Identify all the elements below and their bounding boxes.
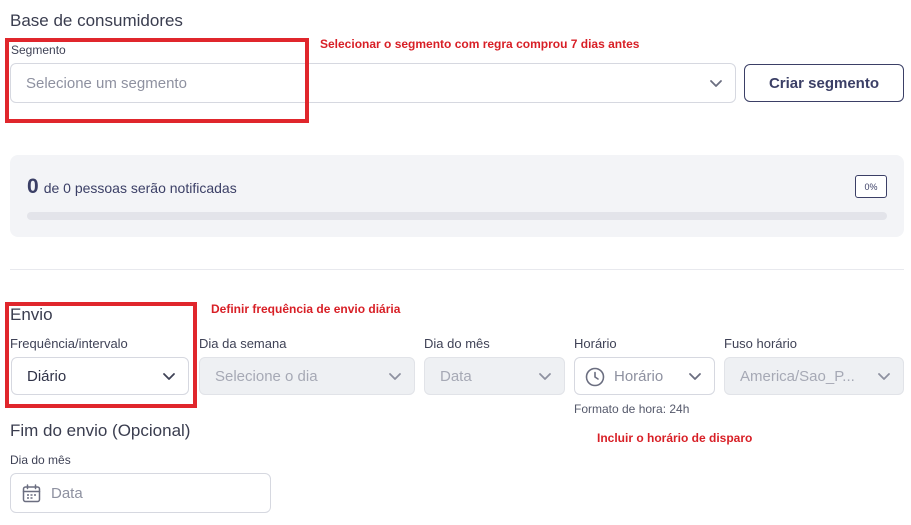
weekday-label: Dia da semana (199, 336, 287, 351)
month-day-select-placeholder: Data (440, 367, 472, 385)
section-divider (10, 269, 904, 270)
month-day-select[interactable]: Data (424, 357, 565, 395)
frequency-annotation: Definir frequência de envio diária (211, 302, 401, 316)
segment-highlight-box (5, 38, 309, 123)
month-day-label: Dia do mês (424, 336, 490, 351)
chevron-down-icon (878, 373, 890, 380)
notify-summary-card: 0 de 0 pessoas serão notificadas 0% (10, 155, 904, 237)
chevron-down-icon (689, 373, 701, 380)
calendar-icon (22, 484, 41, 503)
chevron-down-icon (389, 373, 401, 380)
timezone-select-value: America/Sao_P... (740, 367, 855, 385)
notify-summary-text: de 0 pessoas serão notificadas (43, 180, 237, 196)
notify-percent-badge: 0% (855, 175, 887, 198)
end-date-input[interactable]: Data (10, 473, 271, 513)
clock-icon (585, 367, 605, 387)
time-label: Horário (574, 336, 617, 351)
timezone-select[interactable]: America/Sao_P... (724, 357, 904, 395)
end-month-day-label: Dia do mês (10, 453, 71, 467)
end-envio-title: Fim do envio (Opcional) (10, 421, 191, 440)
create-segment-button[interactable]: Criar segmento (744, 64, 904, 102)
segment-annotation: Selecionar o segmento com regra comprou … (320, 37, 640, 51)
chevron-down-icon (539, 373, 551, 380)
time-select[interactable]: Horário (574, 357, 715, 395)
time-format-hint: Formato de hora: 24h (574, 402, 690, 416)
consumer-base-title: Base de consumidores (10, 11, 183, 30)
frequency-highlight-box (5, 302, 197, 408)
notify-progress-bar (27, 212, 887, 220)
timezone-label: Fuso horário (724, 336, 797, 351)
notify-count: 0 (27, 175, 39, 198)
chevron-down-icon (710, 80, 722, 87)
weekday-select[interactable]: Selecione o dia (199, 357, 415, 395)
notify-summary-line: 0 de 0 pessoas serão notificadas (27, 175, 237, 199)
end-date-placeholder: Data (51, 484, 83, 502)
time-select-placeholder: Horário (614, 367, 664, 385)
time-annotation: Incluir o horário de disparo (597, 431, 753, 445)
weekday-select-placeholder: Selecione o dia (215, 367, 318, 385)
